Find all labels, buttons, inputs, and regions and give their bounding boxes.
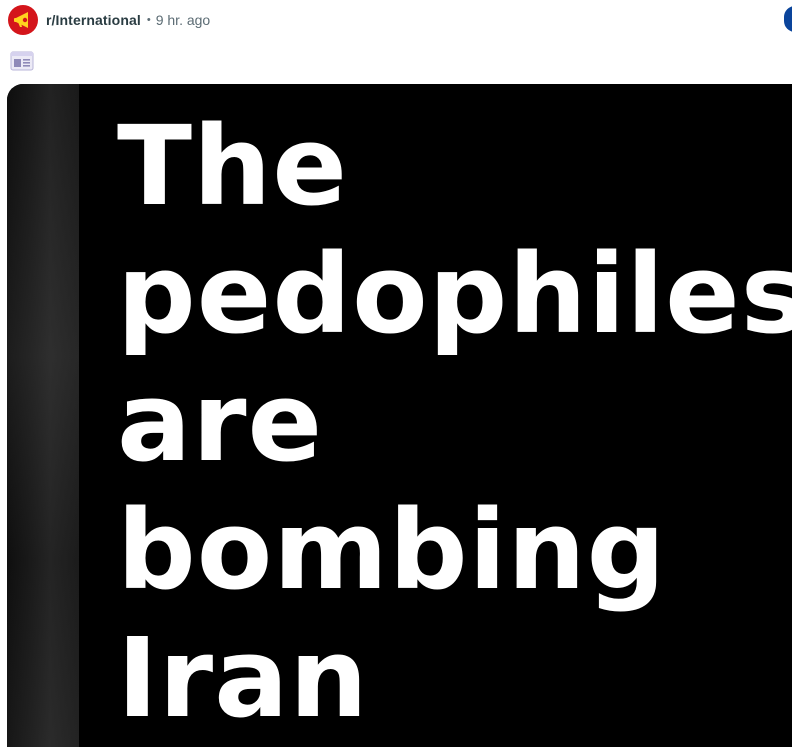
image-text-line: Iran: [117, 614, 369, 742]
subreddit-link[interactable]: r/International: [46, 12, 141, 28]
post-media[interactable]: The pedophiles are bombing Iran: [7, 84, 792, 747]
meta-separator: •: [146, 14, 151, 26]
image-text: The pedophiles are bombing Iran: [117, 102, 792, 742]
image-text-line: The: [117, 102, 348, 230]
join-button[interactable]: [784, 6, 792, 32]
image-text-line: bombing: [117, 486, 667, 614]
megaphone-icon: [12, 9, 34, 31]
post-header: r/International • 9 hr. ago: [8, 4, 210, 36]
media-blur-edge: [7, 84, 79, 747]
post-timestamp: 9 hr. ago: [155, 12, 211, 28]
post-image: The pedophiles are bombing Iran: [79, 84, 792, 747]
image-text-line: pedophiles: [117, 230, 792, 358]
link-preview-icon: [10, 50, 34, 72]
subreddit-avatar[interactable]: [8, 5, 38, 35]
image-text-line: are: [117, 358, 324, 486]
post-card: r/International • 9 hr. ago The pedophil…: [0, 0, 792, 747]
